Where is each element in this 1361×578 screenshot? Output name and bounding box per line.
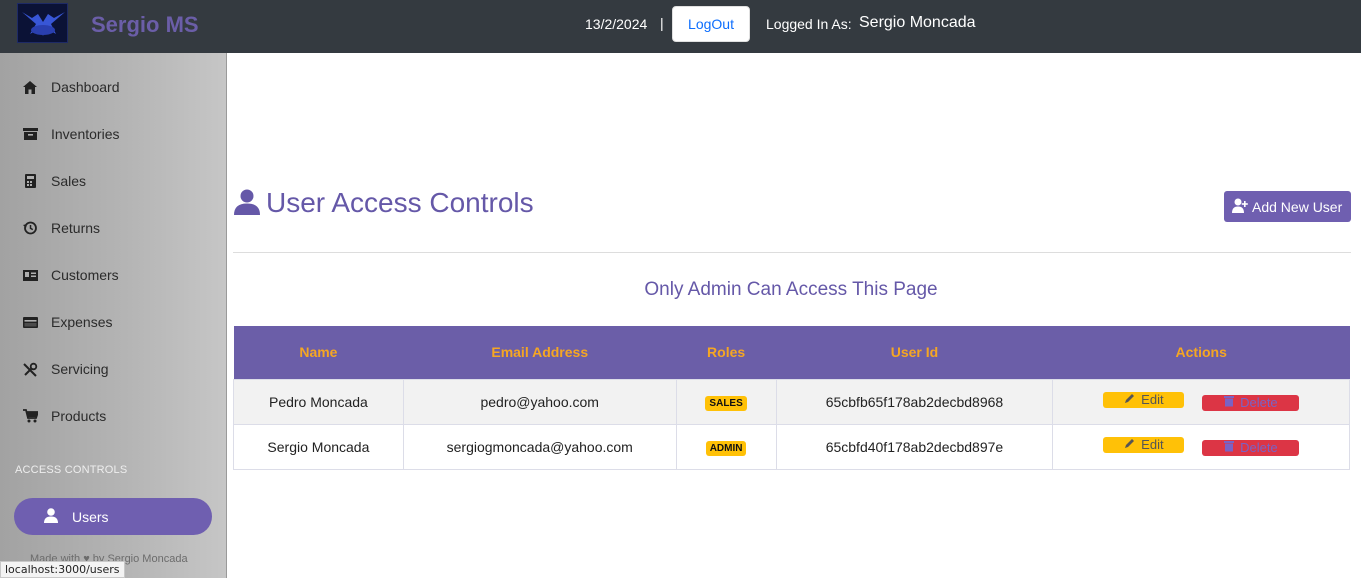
delete-label: Delete — [1240, 395, 1278, 410]
tools-icon — [22, 361, 38, 377]
user-name-cell: Pedro Moncada — [233, 378, 404, 425]
pencil-icon — [1124, 437, 1135, 452]
user-email-cell: pedro@yahoo.com — [402, 378, 677, 425]
header-separator: | — [660, 15, 664, 31]
sidebar-item-label: Sales — [51, 173, 87, 189]
sidebar-item-label: Customers — [51, 267, 119, 283]
user-email-cell: sergiogmoncada@yahoo.com — [402, 423, 677, 470]
role-badge: SALES — [705, 395, 747, 411]
credit-card-icon — [22, 314, 38, 330]
user-name-cell: Sergio Moncada — [233, 423, 404, 470]
sidebar-item-expenses[interactable]: Expenses — [0, 302, 227, 342]
page-title-icon — [234, 189, 260, 220]
table-header-row: Name Email Address Roles User Id Actions — [233, 326, 1350, 379]
delete-button[interactable]: Delete — [1202, 394, 1300, 411]
admin-notice: Only Admin Can Access This Page — [644, 279, 938, 300]
user-id-cell: 65cbfb65f178ab2decbd8968 — [775, 378, 1054, 425]
trash-icon — [1224, 440, 1235, 455]
sidebar-item-products[interactable]: Products — [0, 396, 227, 436]
logged-in-user: Sergio Moncada — [859, 14, 976, 31]
sidebar-item-servicing[interactable]: Servicing — [0, 349, 227, 389]
sidebar-item-dashboard[interactable]: Dashboard — [0, 67, 227, 107]
users-table: Name Email Address Roles User Id Actions… — [233, 326, 1350, 470]
brand-logo[interactable] — [17, 3, 68, 43]
user-plus-icon — [1232, 198, 1248, 216]
sidebar: Dashboard Inventories Sales Returns Cust… — [0, 53, 227, 578]
cart-icon — [22, 408, 38, 424]
user-role-cell: SALES — [675, 378, 777, 425]
add-new-user-button[interactable]: Add New User — [1224, 191, 1351, 222]
id-card-icon — [22, 267, 38, 283]
user-id-cell: 65cbfd40f178ab2decbd897e — [775, 423, 1054, 470]
top-navbar: Sergio MS 13/2/2024 | LogOut Logged In A… — [0, 0, 1361, 53]
edit-label: Edit — [1141, 392, 1164, 407]
logged-in-label: Logged In As: — [766, 16, 852, 32]
add-new-user-label: Add New User — [1252, 199, 1343, 215]
logout-button[interactable]: LogOut — [672, 6, 750, 42]
actions-cell: Edit Delete — [1052, 378, 1350, 425]
current-date: 13/2/2024 — [585, 16, 648, 32]
sidebar-item-users[interactable]: Users — [14, 498, 212, 535]
sidebar-item-returns[interactable]: Returns — [0, 208, 227, 248]
table-row: Pedro Moncada pedro@yahoo.com SALES 65cb… — [233, 378, 1350, 425]
delete-label: Delete — [1240, 440, 1278, 455]
edit-button[interactable]: Edit — [1103, 436, 1185, 453]
history-icon — [22, 220, 38, 236]
status-bar-url: localhost:3000/users — [0, 561, 125, 578]
edit-button[interactable]: Edit — [1103, 391, 1185, 408]
sidebar-item-label: Expenses — [51, 314, 113, 330]
sidebar-item-label: Inventories — [51, 126, 120, 142]
inbox-icon — [22, 126, 38, 142]
sidebar-item-label: Users — [72, 508, 109, 525]
home-icon — [22, 79, 38, 95]
column-header-email: Email Address — [403, 326, 677, 379]
column-header-roles: Roles — [676, 326, 777, 379]
sidebar-item-inventories[interactable]: Inventories — [0, 114, 227, 154]
table-row: Sergio Moncada sergiogmoncada@yahoo.com … — [233, 423, 1350, 470]
user-icon — [44, 508, 58, 528]
sidebar-item-sales[interactable]: Sales — [0, 161, 227, 201]
edit-label: Edit — [1141, 437, 1164, 452]
trash-icon — [1224, 395, 1235, 410]
column-header-user-id: User Id — [776, 326, 1053, 379]
section-title-access-controls: ACCESS CONTROLS — [15, 464, 128, 476]
delete-button[interactable]: Delete — [1202, 439, 1300, 456]
sidebar-item-label: Dashboard — [51, 79, 120, 95]
calculator-icon — [22, 173, 38, 189]
page-title: User Access Controls — [266, 187, 534, 218]
column-header-actions: Actions — [1052, 326, 1350, 379]
sidebar-item-label: Returns — [51, 220, 101, 236]
role-badge: ADMIN — [705, 440, 747, 456]
sidebar-item-label: Products — [51, 408, 107, 424]
column-header-name: Name — [233, 326, 404, 379]
sidebar-item-label: Servicing — [51, 361, 109, 377]
title-divider — [233, 252, 1351, 253]
user-role-cell: ADMIN — [675, 423, 777, 470]
sidebar-item-customers[interactable]: Customers — [0, 255, 227, 295]
brand-name[interactable]: Sergio MS — [91, 12, 199, 38]
pencil-icon — [1124, 392, 1135, 407]
actions-cell: Edit Delete — [1052, 423, 1350, 470]
